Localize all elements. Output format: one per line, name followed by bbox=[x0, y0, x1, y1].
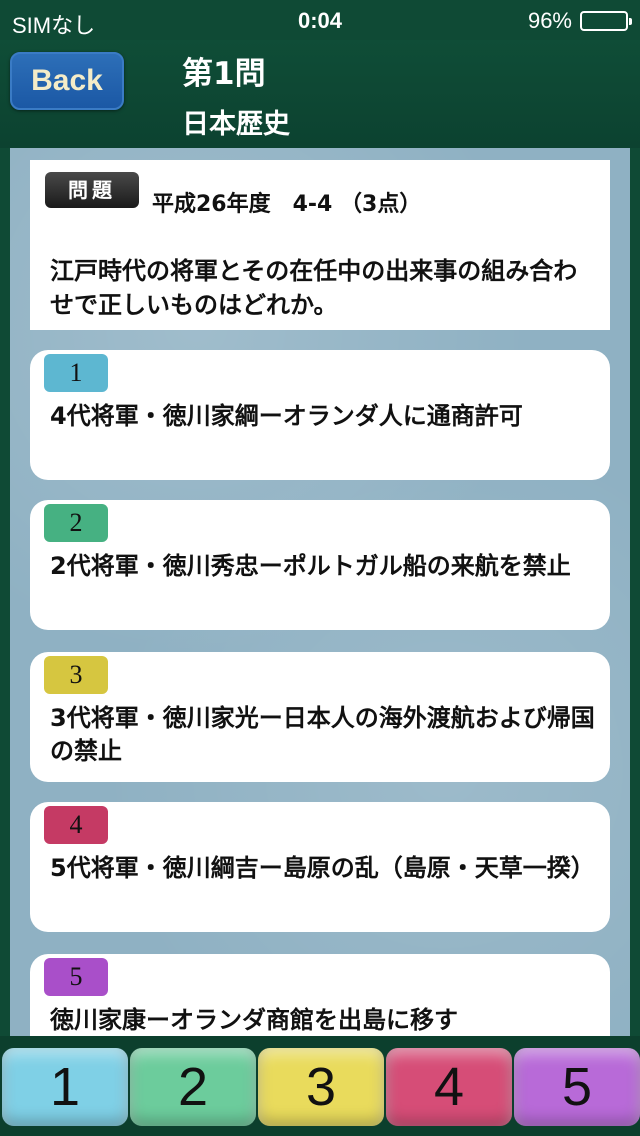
choice-number-badge: 2 bbox=[44, 504, 108, 542]
choice-text: 5代将軍・徳川綱吉ー島原の乱（島原・天草一揆） bbox=[50, 854, 595, 882]
choice-card-1: 1 4代将軍・徳川家綱ーオランダ人に通商許可 bbox=[30, 350, 610, 480]
page-title: 第1問 bbox=[182, 56, 266, 92]
battery-percentage: 96% bbox=[527, 8, 572, 33]
question-meta: 平成26年度 4-4 （3点） bbox=[152, 192, 422, 217]
battery-icon bbox=[580, 11, 632, 31]
choice-card-2: 2 2代将軍・徳川秀忠ーポルトガル船の来航を禁止 bbox=[30, 500, 610, 630]
answer-button-1[interactable]: 1 bbox=[2, 1048, 128, 1126]
question-scroll-area[interactable]: 問題 平成26年度 4-4 （3点） 江戸時代の将軍とその在任中の出来事の組み合… bbox=[10, 148, 630, 1036]
choice-card-4: 4 5代将軍・徳川綱吉ー島原の乱（島原・天草一揆） bbox=[30, 802, 610, 932]
back-button[interactable]: Back bbox=[10, 52, 124, 110]
answer-button-4[interactable]: 4 bbox=[386, 1048, 512, 1126]
choice-card-3: 3 3代将軍・徳川家光ー日本人の海外渡航および帰国の禁止 bbox=[30, 652, 610, 782]
nav-bar: Back 第1問 日本歴史 bbox=[0, 40, 640, 148]
answer-button-3[interactable]: 3 bbox=[258, 1048, 384, 1126]
choice-number-badge: 5 bbox=[44, 958, 108, 996]
answer-button-5[interactable]: 5 bbox=[514, 1048, 640, 1126]
status-bar: SIMなし 0:04 96% bbox=[0, 0, 640, 40]
page-subtitle: 日本歴史 bbox=[182, 109, 290, 140]
choice-text: 徳川家康ーオランダ商館を出島に移す bbox=[50, 1006, 458, 1034]
choice-text: 3代将軍・徳川家光ー日本人の海外渡航および帰国の禁止 bbox=[50, 704, 595, 765]
question-card: 問題 平成26年度 4-4 （3点） 江戸時代の将軍とその在任中の出来事の組み合… bbox=[30, 160, 610, 330]
choice-number-badge: 1 bbox=[44, 354, 108, 392]
choice-number-badge: 4 bbox=[44, 806, 108, 844]
choice-text: 2代将軍・徳川秀忠ーポルトガル船の来航を禁止 bbox=[50, 552, 571, 580]
choice-text: 4代将軍・徳川家綱ーオランダ人に通商許可 bbox=[50, 402, 523, 430]
choice-number-badge: 3 bbox=[44, 656, 108, 694]
question-tag: 問題 bbox=[45, 172, 139, 208]
choice-card-5: 5 徳川家康ーオランダ商館を出島に移す bbox=[30, 954, 610, 1036]
answer-button-2[interactable]: 2 bbox=[130, 1048, 256, 1126]
question-text: 江戸時代の将軍とその在任中の出来事の組み合わせで正しいものはどれか。 bbox=[50, 257, 578, 319]
answer-bar: 1 2 3 4 5 bbox=[0, 1036, 640, 1136]
